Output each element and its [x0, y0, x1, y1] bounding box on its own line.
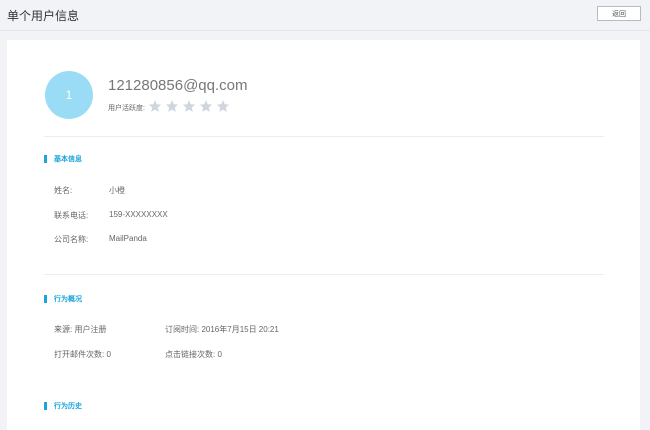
activity-label: 用户活跃度:	[108, 105, 145, 112]
avatar: 1	[45, 71, 93, 119]
user-email: 121280856@qq.com	[108, 77, 248, 94]
subscribe-time-text: 订阅时间: 2016年7月15日 20:21	[165, 325, 279, 334]
open-count-text: 打开邮件次数: 0	[54, 350, 111, 359]
star-icon	[216, 100, 230, 112]
phone-value: 159-XXXXXXXX	[109, 210, 168, 219]
section-marker	[44, 155, 47, 163]
section-title: 行为历史	[54, 403, 82, 410]
section-title: 基本信息	[54, 156, 82, 163]
name-label: 姓名:	[54, 186, 73, 195]
section-basic-info: 基本信息	[44, 154, 82, 164]
section-marker	[44, 295, 47, 303]
name-value: 小橙	[109, 186, 125, 195]
page-title: 单个用户信息	[7, 9, 80, 23]
section-history: 行为历史	[44, 401, 82, 411]
star-icon	[199, 100, 213, 112]
top-bar: 单个用户信息 返回	[0, 0, 650, 31]
star-icon	[182, 100, 196, 112]
source-text: 来源: 用户注册	[54, 325, 107, 334]
company-value: MailPanda	[109, 234, 147, 243]
user-info-card	[7, 40, 640, 430]
star-icon	[148, 100, 162, 112]
section-behavior: 行为概况	[44, 294, 82, 304]
section-marker	[44, 402, 47, 410]
divider	[44, 274, 604, 275]
phone-label: 联系电话:	[54, 211, 89, 220]
star-icon	[165, 100, 179, 112]
section-title: 行为概况	[54, 296, 82, 303]
activity-rating	[148, 99, 230, 113]
click-count-text: 点击链接次数: 0	[165, 350, 222, 359]
back-button[interactable]: 返回	[597, 6, 641, 21]
divider	[44, 136, 604, 137]
company-label: 公司名称:	[54, 235, 89, 244]
